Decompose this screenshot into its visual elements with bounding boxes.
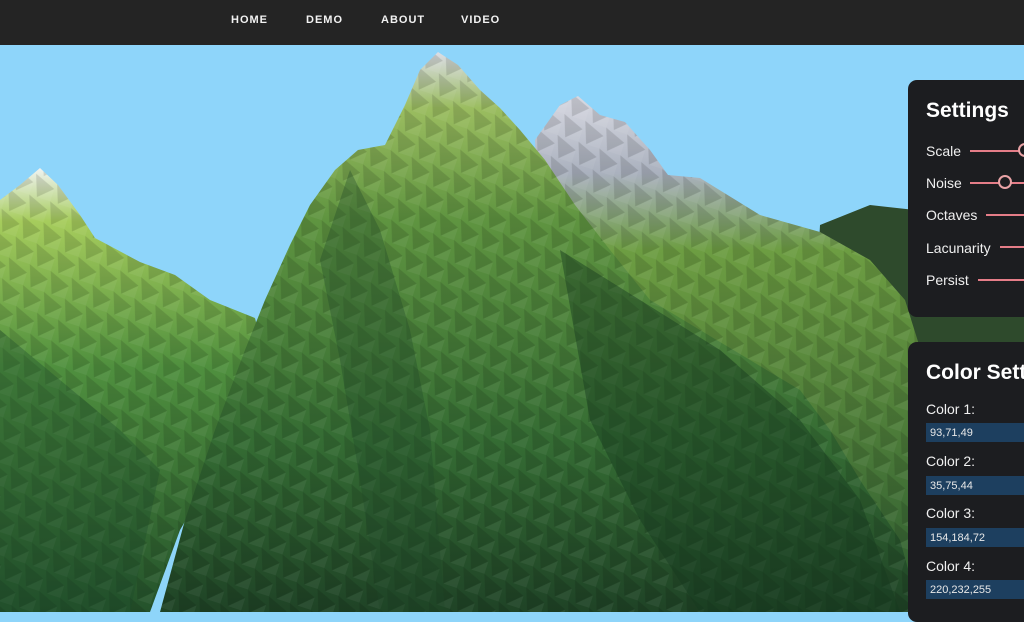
top-nav-bar: HOME DEMO ABOUT VIDEO	[0, 0, 1024, 45]
nav-link-home[interactable]: HOME	[231, 14, 268, 26]
lacunarity-slider[interactable]	[1000, 246, 1024, 248]
noise-slider[interactable]	[970, 182, 1024, 184]
nav-link-demo[interactable]: DEMO	[306, 14, 343, 26]
scale-slider-knob[interactable]	[1018, 143, 1024, 157]
color-3-input[interactable]	[926, 528, 1024, 547]
settings-title: Settings	[926, 99, 1009, 122]
color-3-label: Color 3:	[926, 505, 976, 521]
persist-slider[interactable]	[978, 279, 1024, 281]
lacunarity-label: Lacunarity	[926, 240, 991, 256]
color-2-input[interactable]	[926, 476, 1024, 495]
scale-label: Scale	[926, 143, 962, 159]
octaves-label: Octaves	[926, 207, 978, 223]
color-1-input[interactable]	[926, 423, 1024, 442]
noise-label: Noise	[926, 175, 962, 191]
color-settings-panel: Color Settings Color 1: Color 2: Color 3…	[908, 342, 1024, 622]
nav-link-about[interactable]: ABOUT	[381, 14, 425, 26]
octaves-slider[interactable]	[986, 214, 1024, 216]
terrain-canvas[interactable]	[0, 45, 1024, 612]
color-settings-title: Color Settings	[926, 361, 1024, 384]
settings-panel: Settings Scale Noise Octaves Lacunarity …	[908, 80, 1024, 317]
color-1-label: Color 1:	[926, 401, 976, 417]
color-4-label: Color 4:	[926, 558, 976, 574]
noise-slider-knob[interactable]	[998, 175, 1012, 189]
scale-slider[interactable]	[970, 150, 1024, 152]
color-2-label: Color 2:	[926, 453, 976, 469]
nav-link-video[interactable]: VIDEO	[461, 14, 500, 26]
persist-label: Persist	[926, 272, 969, 288]
color-4-input[interactable]	[926, 580, 1024, 599]
